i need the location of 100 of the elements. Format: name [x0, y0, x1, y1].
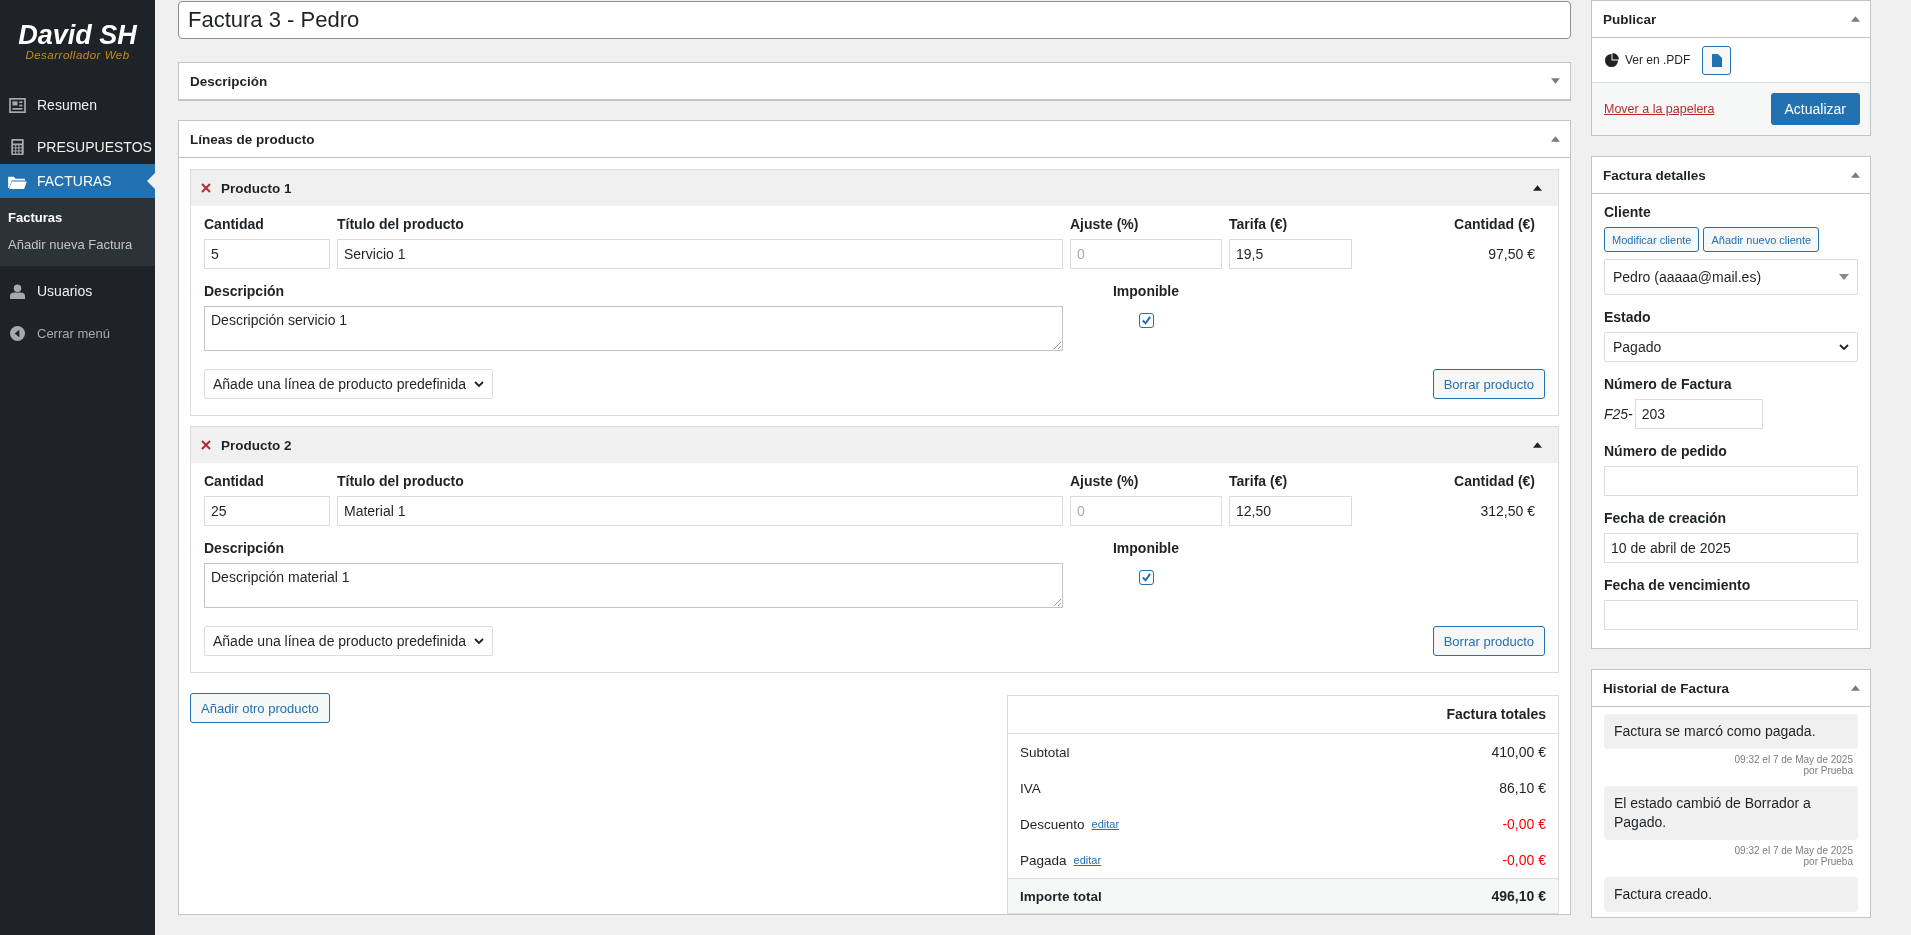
- preset-select[interactable]: Añade una línea de producto predefinida: [204, 626, 493, 656]
- client-select[interactable]: Pedro (aaaaa@mail.es): [1604, 259, 1858, 295]
- chevron-down-icon: [474, 638, 484, 644]
- total-label: Subtotal: [1020, 744, 1070, 760]
- field-label: Cantidad (€): [1453, 216, 1536, 232]
- field-label: Cantidad: [204, 473, 265, 489]
- field-label: Título del producto: [337, 216, 465, 232]
- title-input[interactable]: Factura 3 - Pedro: [178, 1, 1571, 39]
- resize-grip-icon[interactable]: [1053, 341, 1061, 349]
- note-meta: 09:32 el 7 de May de 2025: [1733, 753, 1854, 765]
- product-title-input[interactable]: Material 1: [337, 496, 1063, 526]
- quantity-input[interactable]: 5: [204, 239, 330, 269]
- delete-product-button[interactable]: Borrar producto: [1432, 369, 1545, 399]
- field-label: Cantidad (€): [1453, 473, 1536, 489]
- add-product-button[interactable]: Añadir otro producto: [190, 693, 330, 723]
- product-title-input[interactable]: Servicio 1: [337, 239, 1063, 269]
- total-label: IVA: [1020, 780, 1041, 796]
- field-label: Fecha de vencimiento: [1604, 577, 1752, 593]
- menu-item[interactable]: Resumen: [0, 88, 155, 122]
- menu-item[interactable]: FACTURAS: [0, 164, 155, 198]
- field-label: Tarifa (€): [1229, 216, 1289, 232]
- remove-icon[interactable]: [201, 183, 211, 193]
- product-title: Producto 1: [221, 180, 292, 196]
- user-icon: [8, 283, 27, 299]
- due-date-input[interactable]: [1604, 600, 1858, 630]
- resize-grip-icon[interactable]: [1053, 598, 1061, 606]
- submenu-item[interactable]: Añadir nueva Factura: [0, 231, 155, 258]
- field-label: Estado: [1604, 309, 1652, 325]
- calculator-icon: [8, 139, 27, 155]
- update-button[interactable]: Actualizar: [1770, 93, 1860, 125]
- dropdown-arrow-icon: [1839, 274, 1849, 280]
- taxable-checkbox[interactable]: [1138, 570, 1154, 585]
- preset-select[interactable]: Añade una línea de producto predefinida: [204, 369, 493, 399]
- pdf-button[interactable]: [1702, 45, 1732, 75]
- total-value: 86,10 €: [1499, 780, 1546, 796]
- field-label: Fecha de creación: [1604, 510, 1728, 526]
- total-label: Importe total: [1020, 888, 1102, 904]
- add-client-button[interactable]: Añadir nuevo cliente: [1703, 227, 1820, 252]
- note-meta: 09:32 el 7 de May de 2025: [1733, 844, 1854, 856]
- document-icon: [1711, 53, 1722, 67]
- description-textarea[interactable]: Descripción material 1: [204, 563, 1063, 608]
- logo-subtitle: Desarrollador Web: [25, 48, 130, 61]
- status-select[interactable]: Pagado: [1604, 332, 1858, 362]
- pdf-label: Ver en .PDF: [1625, 53, 1691, 67]
- field-label: Imponible: [1111, 283, 1181, 299]
- box-title: Historial de Factura: [1603, 680, 1730, 696]
- chevron-down-icon: [1839, 344, 1849, 350]
- logo-title: David SH: [18, 21, 137, 49]
- taxable-checkbox[interactable]: [1138, 313, 1154, 328]
- box-title: Publicar: [1603, 11, 1657, 27]
- field-label: Descripción: [204, 283, 286, 299]
- pie-chart-icon: [1604, 52, 1619, 68]
- note-meta: por Prueba: [1803, 855, 1854, 867]
- menu-item[interactable]: Usuarios: [0, 274, 155, 308]
- trash-link[interactable]: Mover a la papelera: [1604, 102, 1715, 116]
- total-label: Descuento: [1020, 816, 1085, 832]
- field-label: Descripción: [204, 540, 286, 556]
- line-amount: 312,50 €: [1479, 503, 1536, 519]
- edit-link[interactable]: editar: [1091, 818, 1120, 830]
- remove-icon[interactable]: [201, 440, 211, 450]
- creation-date-input[interactable]: 10 de abril de 2025: [1604, 533, 1858, 563]
- history-note: Factura creado.: [1604, 876, 1858, 912]
- edit-link[interactable]: editar: [1073, 854, 1102, 866]
- invoice-prefix: F25-: [1604, 406, 1633, 422]
- field-label: Número de Factura: [1604, 376, 1733, 392]
- modify-client-button[interactable]: Modificar cliente: [1604, 227, 1700, 252]
- rate-input[interactable]: 19,5: [1229, 239, 1352, 269]
- field-label: Tarifa (€): [1229, 473, 1289, 489]
- field-label: Título del producto: [337, 473, 465, 489]
- total-value: 410,00 €: [1491, 744, 1546, 760]
- menu-item[interactable]: PRESUPUESTOS: [0, 130, 155, 164]
- collapse-arrow-icon[interactable]: [1533, 442, 1542, 448]
- total-label: Pagada: [1020, 852, 1067, 868]
- collapse-menu-button[interactable]: Cerrar menú: [0, 316, 155, 350]
- field-label: Ajuste (%): [1070, 216, 1140, 232]
- rate-input[interactable]: 12,50: [1229, 496, 1352, 526]
- field-label: Cantidad: [204, 216, 265, 232]
- invoice-number-input[interactable]: 203: [1634, 399, 1763, 429]
- collapse-arrow-icon[interactable]: [1533, 185, 1542, 191]
- totals-title: Factura totales: [1008, 696, 1558, 734]
- field-label: Imponible: [1111, 540, 1181, 556]
- total-value: -0,00 €: [1502, 852, 1546, 868]
- order-number-input[interactable]: [1604, 466, 1858, 496]
- history-note: Factura se marcó como pagada.: [1604, 714, 1858, 749]
- description-textarea[interactable]: Descripción servicio 1: [204, 306, 1063, 351]
- box-title: Descripción: [190, 73, 268, 89]
- product-title: Producto 2: [221, 437, 292, 453]
- history-note: El estado cambió de Borrador a Pagado.: [1604, 785, 1858, 840]
- field-label: Cliente: [1604, 204, 1652, 220]
- dashboard-icon: [8, 97, 27, 113]
- field-label: Número de pedido: [1604, 443, 1728, 459]
- box-title: Factura detalles: [1603, 167, 1706, 183]
- quantity-input[interactable]: 25: [204, 496, 330, 526]
- total-value: -0,00 €: [1502, 816, 1546, 832]
- submenu-item[interactable]: Facturas: [0, 204, 155, 231]
- delete-product-button[interactable]: Borrar producto: [1432, 626, 1545, 656]
- field-label: Ajuste (%): [1070, 473, 1140, 489]
- total-value: 496,10 €: [1491, 888, 1546, 904]
- chevron-down-icon: [474, 381, 484, 387]
- box-title: Líneas de producto: [190, 131, 315, 147]
